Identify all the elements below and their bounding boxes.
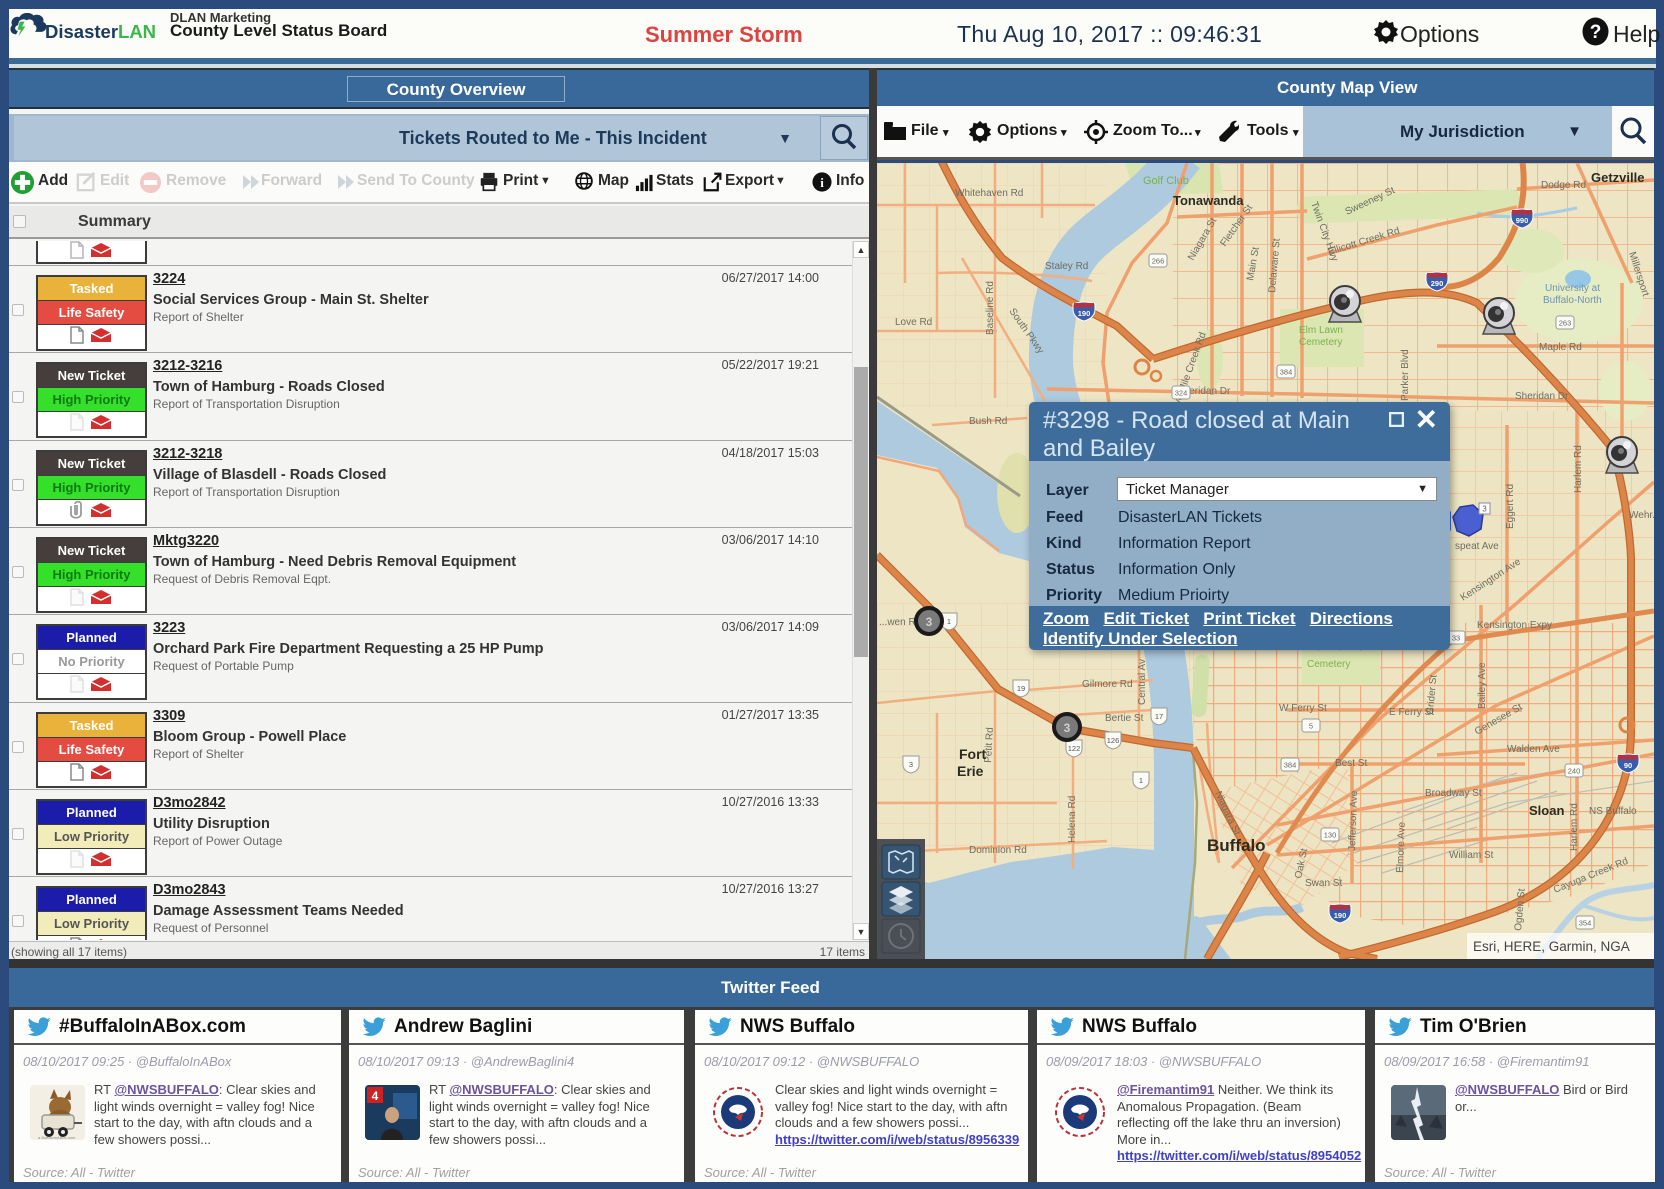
svg-text:354: 354 [1579, 919, 1592, 928]
svg-text:Elmore Ave: Elmore Ave [1395, 821, 1408, 873]
svg-text:130: 130 [1324, 831, 1337, 840]
svg-text:Erie: Erie [957, 763, 984, 779]
svg-text:William St: William St [1449, 850, 1494, 861]
svg-text:E Ferry St: E Ferry St [1389, 707, 1434, 718]
svg-text:Esri, HERE, Garmin, NGA: Esri, HERE, Garmin, NGA [1473, 939, 1630, 954]
svg-text:Cemetery: Cemetery [1307, 659, 1350, 670]
svg-text:Cemetery: Cemetery [1299, 337, 1342, 348]
svg-text:33: 33 [1452, 634, 1460, 643]
svg-text:4: 4 [372, 1089, 379, 1103]
svg-text:Parker Blvd: Parker Blvd [1400, 349, 1411, 401]
svg-text:Bertie St: Bertie St [1105, 713, 1144, 724]
svg-text:a BuffaloInABox.com: a BuffaloInABox.com [38, 1135, 76, 1140]
svg-text:?: ? [1590, 22, 1602, 43]
svg-text:Maple Rd: Maple Rd [1539, 342, 1582, 353]
svg-text:Tonawanda: Tonawanda [1173, 193, 1244, 208]
svg-text:990: 990 [1516, 216, 1529, 225]
svg-text:190: 190 [1078, 309, 1091, 318]
svg-text:Love Rd: Love Rd [895, 317, 932, 328]
svg-text:Buffalo-North: Buffalo-North [1543, 295, 1602, 306]
svg-text:Staley Rd: Staley Rd [1045, 261, 1088, 272]
svg-text:240: 240 [1568, 767, 1581, 776]
svg-text:NS Buffalo: NS Buffalo [1589, 806, 1637, 817]
svg-text:Sloan: Sloan [1529, 803, 1564, 818]
svg-text:Gilmore Rd: Gilmore Rd [1082, 679, 1133, 690]
svg-text:3: 3 [926, 615, 933, 629]
svg-text:Kensington Expy: Kensington Expy [1477, 620, 1552, 631]
svg-text:190: 190 [1334, 911, 1347, 920]
svg-text:DisasterLAN: DisasterLAN [45, 21, 156, 42]
svg-text:speat Ave: speat Ave [1455, 541, 1499, 552]
svg-text:384: 384 [1280, 368, 1293, 377]
svg-text:324: 324 [1175, 389, 1188, 398]
svg-text:University at: University at [1545, 283, 1600, 294]
svg-text:290: 290 [1431, 279, 1444, 288]
svg-text:Best St: Best St [1335, 758, 1367, 769]
svg-text:Dodge Rd: Dodge Rd [1541, 180, 1586, 191]
svg-text:Jefferson Ave: Jefferson Ave [1347, 790, 1360, 851]
svg-text:Central Av: Central Av [1137, 659, 1148, 705]
svg-text:W Ferry St: W Ferry St [1279, 703, 1327, 714]
svg-text:Harlem Rd: Harlem Rd [1569, 803, 1580, 851]
svg-text:Eggert Rd: Eggert Rd [1505, 484, 1516, 529]
svg-text:Swan St: Swan St [1305, 878, 1342, 889]
svg-text:122: 122 [1068, 744, 1081, 753]
svg-text:1: 1 [947, 617, 951, 626]
svg-text:Broadway St: Broadway St [1425, 788, 1482, 799]
svg-text:Sheridan Dr: Sheridan Dr [1515, 391, 1569, 402]
svg-text:Buffalo: Buffalo [1207, 836, 1266, 855]
svg-text:Bailey Ave: Bailey Ave [1477, 662, 1488, 709]
svg-text:3: 3 [909, 760, 913, 769]
svg-text:Wehr...: Wehr... [1629, 510, 1654, 521]
svg-text:3: 3 [1482, 505, 1487, 514]
svg-text:19: 19 [1017, 684, 1025, 693]
svg-text:Helena Rd: Helena Rd [1067, 796, 1078, 843]
svg-text:Golf Club: Golf Club [1143, 175, 1189, 187]
svg-text:Whitehaven Rd: Whitehaven Rd [955, 188, 1023, 199]
svg-text:Fort: Fort [959, 746, 987, 762]
svg-text:Walden Ave: Walden Ave [1507, 744, 1560, 755]
svg-text:5: 5 [1309, 722, 1313, 731]
svg-text:i: i [820, 175, 824, 190]
svg-text:Bush Rd: Bush Rd [969, 416, 1007, 427]
svg-text:126: 126 [1107, 736, 1120, 745]
svg-text:266: 266 [1152, 257, 1165, 266]
svg-text:90: 90 [1624, 761, 1632, 770]
svg-text:263: 263 [1559, 319, 1572, 328]
svg-text:Elm Lawn: Elm Lawn [1299, 325, 1343, 336]
svg-text:17: 17 [1155, 712, 1163, 721]
svg-text:3: 3 [1064, 721, 1071, 735]
svg-text:384: 384 [1284, 761, 1297, 770]
svg-text:Baseline Rd: Baseline Rd [985, 281, 996, 335]
svg-text:Harlem Rd: Harlem Rd [1573, 445, 1584, 493]
svg-text:Getzville: Getzville [1591, 170, 1644, 185]
svg-text:1: 1 [1139, 776, 1143, 785]
svg-text:Dominion Rd: Dominion Rd [969, 845, 1027, 856]
